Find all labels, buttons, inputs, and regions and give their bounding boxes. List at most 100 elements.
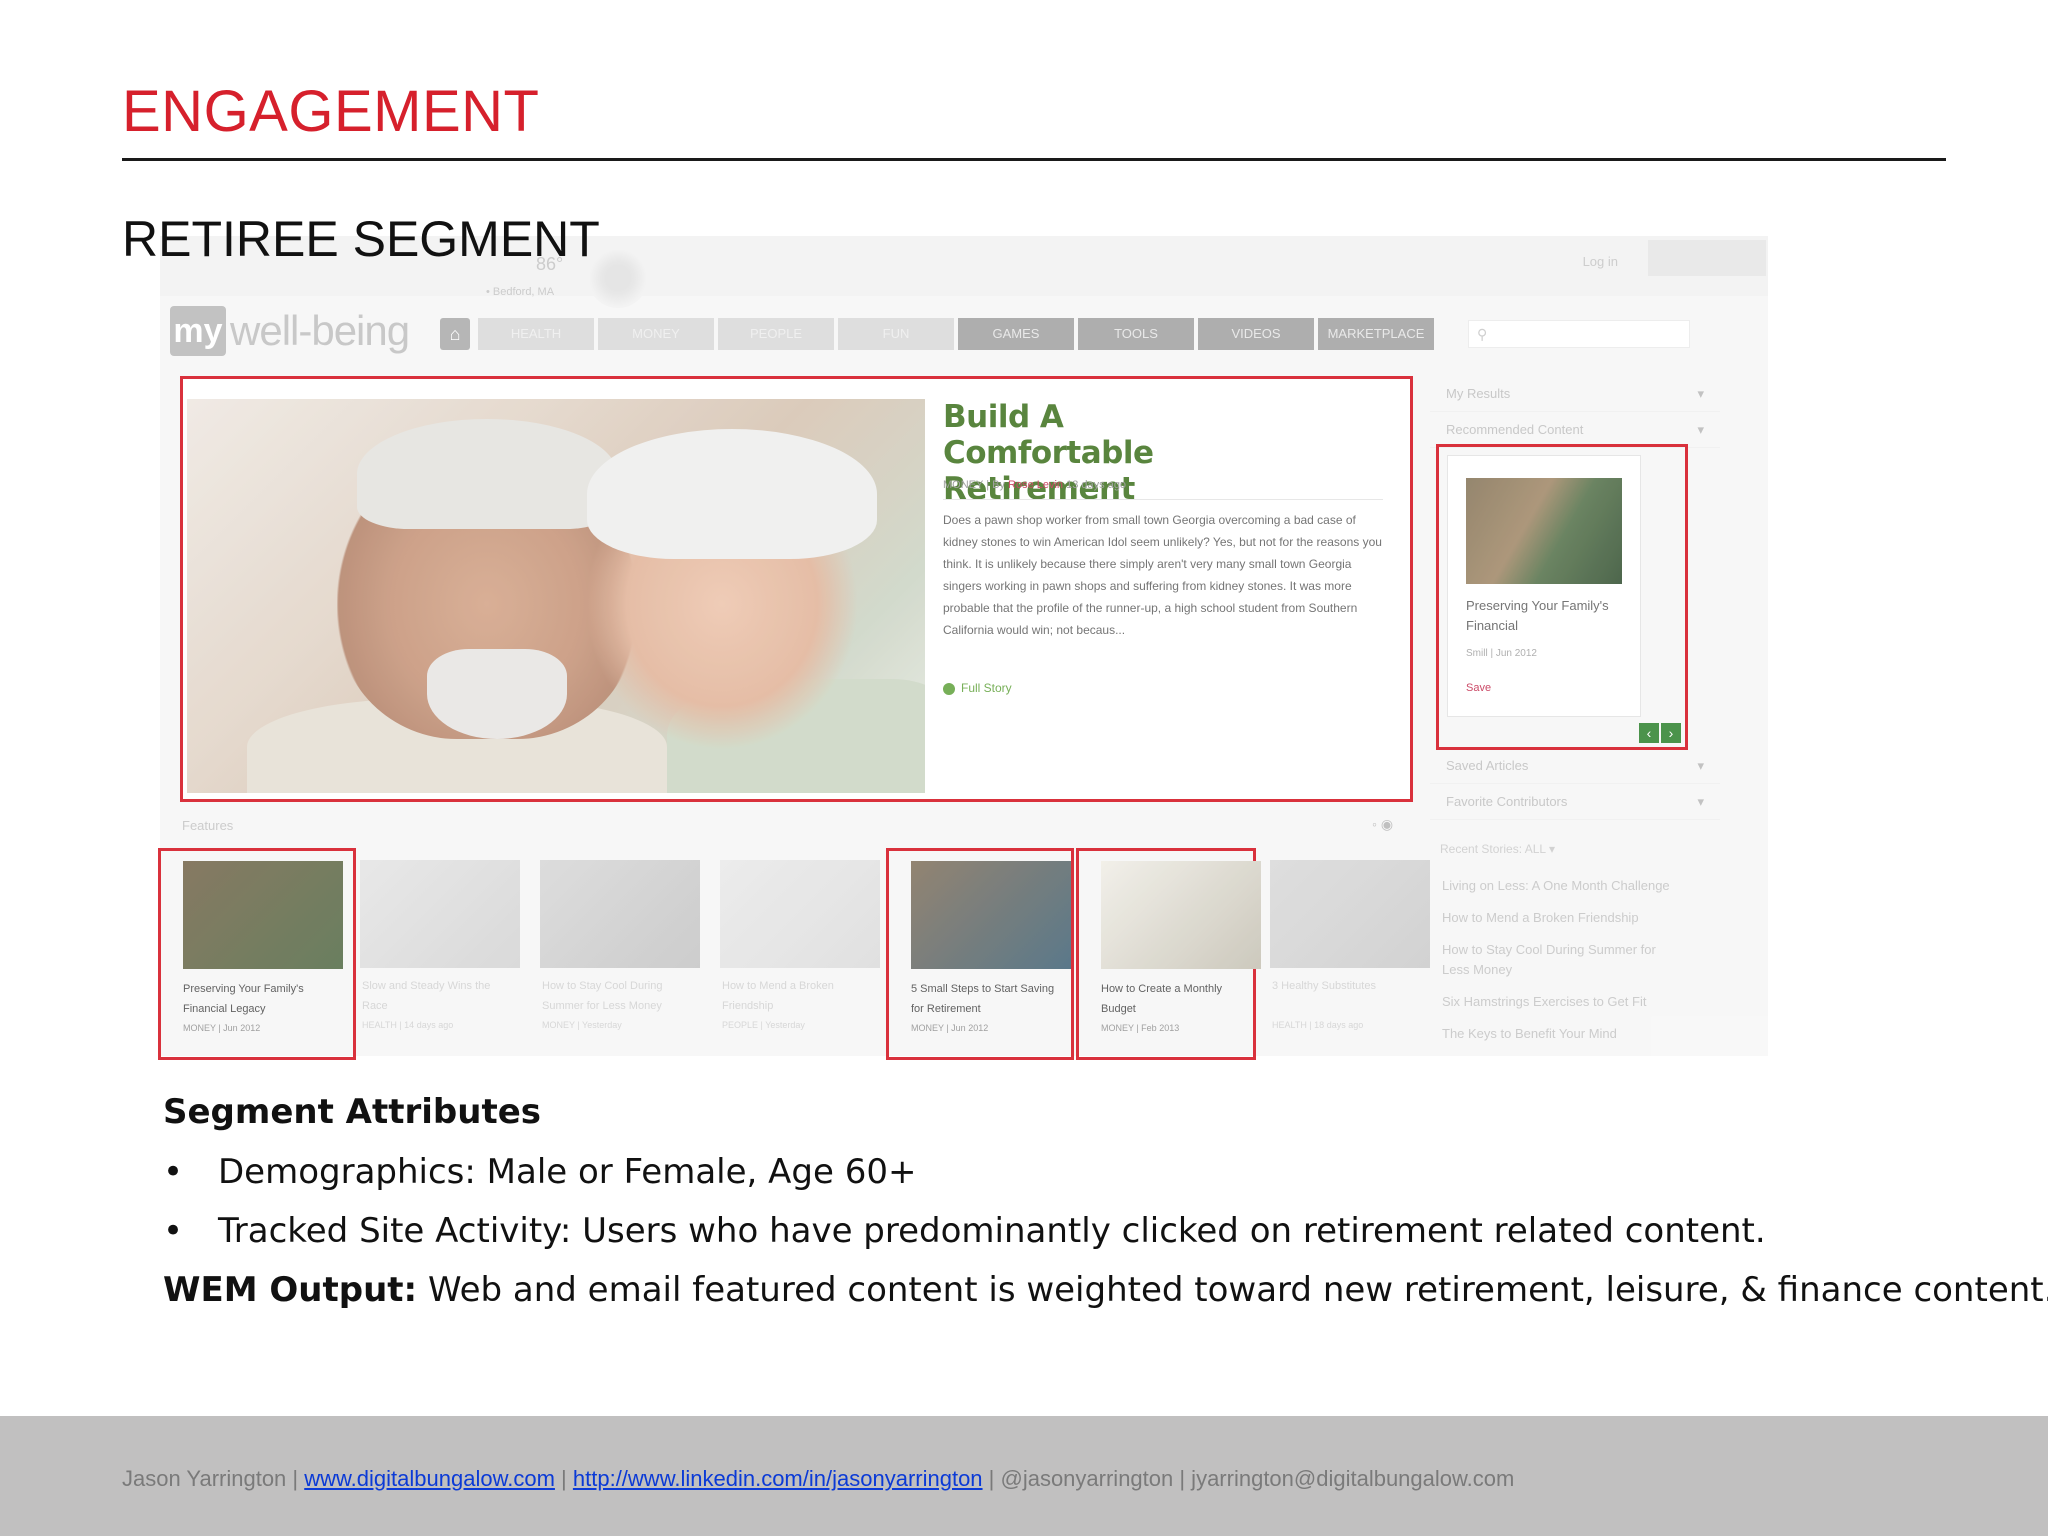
tile-thumbnail <box>1101 861 1261 969</box>
recent-stories-filter[interactable]: Recent Stories: ALL ▾ <box>1440 842 1555 856</box>
chevron-down-icon: ▾ <box>1697 758 1704 773</box>
site-sidebar: My Results ▾ Recommended Content ▾ <box>1430 376 1720 448</box>
footer-handles: | @jasonyarrington | jyarrington@digital… <box>982 1466 1515 1491</box>
tile-title: How to Mend a Broken Friendship <box>722 980 834 1012</box>
tile-thumbnail <box>360 860 520 968</box>
tile-meta: MONEY | Jun 2012 <box>911 1023 989 1033</box>
footer-separator: | <box>554 1466 573 1491</box>
photo-shape <box>427 649 567 739</box>
nav-item[interactable]: MARKETPLACE <box>1318 318 1434 350</box>
chevron-down-icon: ▾ <box>1697 794 1704 809</box>
hero-body: Does a pawn shop worker from small town … <box>943 513 1382 637</box>
footer-contact: Jason Yarrington | www.digitalbungalow.c… <box>122 1466 1514 1492</box>
feature-tile[interactable]: How to Mend a Broken Friendship PEOPLE |… <box>700 848 880 1060</box>
website-link[interactable]: www.digitalbungalow.com <box>304 1466 555 1491</box>
logo-wordmark: well-being <box>230 307 410 354</box>
recommended-pager: ‹ › <box>1639 723 1681 743</box>
save-link[interactable]: Save <box>1466 682 1491 694</box>
chevron-right-icon[interactable]: › <box>1661 723 1681 743</box>
recommended-title: Preserving Your Family's Financial <box>1466 598 1609 633</box>
feature-tile-highlighted[interactable]: 5 Small Steps to Start Saving for Retire… <box>886 848 1074 1060</box>
full-story-label: Full Story <box>961 681 1012 695</box>
nav-item[interactable]: GAMES <box>958 318 1074 350</box>
tile-thumbnail <box>540 860 700 968</box>
tile-title: Preserving Your Family's Financial Legac… <box>183 983 304 1015</box>
list-item[interactable]: The Keys to Benefit Your Mind <box>1442 1024 1682 1044</box>
sidebar-label: Recommended Content <box>1446 422 1584 437</box>
footer-name: Jason Yarrington | <box>122 1466 305 1491</box>
tile-thumbnail <box>911 861 1071 969</box>
feature-tile[interactable]: 3 Healthy Substitutes HEALTH | 18 days a… <box>1250 848 1430 1060</box>
photo-shape <box>587 429 877 559</box>
title-divider <box>122 158 1946 161</box>
nav-item[interactable]: HEALTH <box>478 318 594 350</box>
hero-feature-highlight: Build A Comfortable Retirement MONEY | B… <box>180 376 1413 802</box>
join-button[interactable] <box>1648 240 1766 276</box>
slide-title: ENGAGEMENT <box>122 79 540 144</box>
recommended-card[interactable]: Preserving Your Family's Financial Smill… <box>1447 455 1641 717</box>
sidebar-saved-articles[interactable]: Saved Articles ▾ <box>1430 748 1720 784</box>
full-story-link[interactable]: Full Story <box>943 681 1012 695</box>
website-screenshot: 86° • Bedford, MA Log in my well-being ⌂… <box>158 236 1768 1060</box>
nav-item[interactable]: VIDEOS <box>1198 318 1314 350</box>
recent-stories-list: Living on Less: A One Month Challenge Ho… <box>1442 876 1682 1056</box>
tile-title: 5 Small Steps to Start Saving for Retire… <box>911 983 1055 1015</box>
recommended-thumbnail <box>1466 478 1622 584</box>
wem-text: Web and email featured content is weight… <box>417 1270 2048 1310</box>
search-input[interactable]: ⚲ <box>1468 320 1690 348</box>
slide-subtitle: RETIREE SEGMENT <box>122 211 600 267</box>
feature-tile[interactable]: How to Stay Cool During Summer for Less … <box>520 848 700 1060</box>
nav-item[interactable]: MONEY <box>598 318 714 350</box>
hero-time: 13 days ago <box>1063 479 1127 491</box>
sidebar-label: Saved Articles <box>1446 758 1529 773</box>
sidebar-recommended[interactable]: Recommended Content ▾ <box>1430 412 1720 448</box>
home-icon[interactable]: ⌂ <box>440 318 470 350</box>
chevron-left-icon[interactable]: ‹ <box>1639 723 1659 743</box>
sidebar-label: My Results <box>1446 386 1511 401</box>
bullet-text: Demographics: Male or Female, Age 60+ <box>218 1152 917 1192</box>
nav-item[interactable]: FUN <box>838 318 954 350</box>
feature-tile-highlighted[interactable]: Preserving Your Family's Financial Legac… <box>158 848 356 1060</box>
bullet-text: Tracked Site Activity: Users who have pr… <box>218 1211 1766 1251</box>
hero-author[interactable]: Rose Levin <box>1008 479 1063 491</box>
list-item[interactable]: How to Stay Cool During Summer for Less … <box>1442 940 1682 980</box>
wem-label: WEM Output: <box>163 1270 418 1310</box>
attribute-bullet: • Tracked Site Activity: Users who have p… <box>163 1211 1766 1251</box>
feature-tile[interactable]: Slow and Steady Wins the Race HEALTH | 1… <box>340 848 520 1060</box>
sidebar-favorite-contributors[interactable]: Favorite Contributors ▾ <box>1430 784 1720 820</box>
tile-meta: MONEY | Feb 2013 <box>1101 1023 1180 1033</box>
wem-output: WEM Output: Web and email featured conte… <box>163 1270 2048 1310</box>
site-nav: HEALTH MONEY PEOPLE FUN GAMES TOOLS VIDE… <box>478 318 1434 350</box>
linkedin-link[interactable]: http://www.linkedin.com/in/jasonyarringt… <box>573 1466 983 1491</box>
sidebar-lower: Saved Articles ▾ Favorite Contributors ▾ <box>1430 748 1720 820</box>
tile-title: How to Create a Monthly Budget <box>1101 983 1223 1015</box>
login-link[interactable]: Log in <box>1583 254 1618 269</box>
chevron-down-icon: ▾ <box>1697 386 1704 401</box>
tile-meta: HEALTH | 18 days ago <box>1272 1020 1364 1030</box>
tile-title: How to Stay Cool During Summer for Less … <box>542 980 663 1012</box>
site-logo[interactable]: my well-being <box>170 306 410 356</box>
photo-shape <box>357 419 617 529</box>
hero-section: MONEY | By <box>943 479 1009 491</box>
sidebar-my-results[interactable]: My Results ▾ <box>1430 376 1720 412</box>
features-nav-icon[interactable]: ◦ ◉ <box>1372 816 1393 833</box>
bullet-marker: • <box>163 1152 184 1192</box>
tile-title: 3 Healthy Substitutes <box>1272 980 1376 992</box>
tile-thumbnail <box>720 860 880 968</box>
bullet-marker: • <box>163 1211 184 1251</box>
weather-location: • Bedford, MA <box>486 286 555 298</box>
nav-item[interactable]: PEOPLE <box>718 318 834 350</box>
list-item[interactable]: How to Mend a Broken Friendship <box>1442 908 1682 928</box>
features-label: Features <box>182 818 234 833</box>
tile-meta: HEALTH | 14 days ago <box>362 1020 454 1030</box>
segment-attributes-heading: Segment Attributes <box>163 1092 542 1132</box>
list-item[interactable]: Living on Less: A One Month Challenge <box>1442 876 1682 896</box>
full-story-icon <box>943 682 955 695</box>
hero-photo[interactable] <box>187 399 925 793</box>
tile-thumbnail <box>183 861 343 969</box>
nav-item[interactable]: TOOLS <box>1078 318 1194 350</box>
list-item[interactable]: Six Hamstrings Exercises to Get Fit <box>1442 992 1682 1012</box>
tile-meta: MONEY | Yesterday <box>542 1020 622 1030</box>
hero-meta: MONEY | By Rose Levin 13 days ago <box>943 479 1126 491</box>
feature-tile-highlighted[interactable]: How to Create a Monthly Budget MONEY | F… <box>1076 848 1261 1060</box>
